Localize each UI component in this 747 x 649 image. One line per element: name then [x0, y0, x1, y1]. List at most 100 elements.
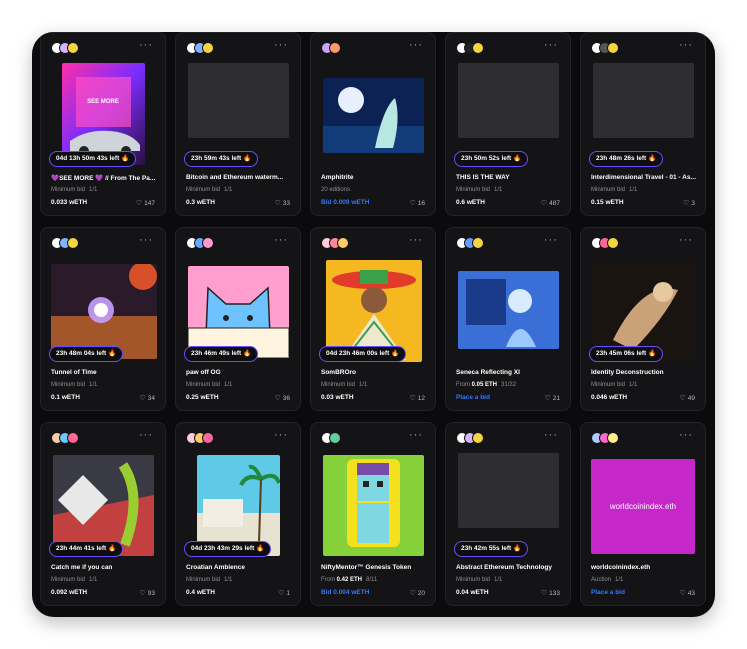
more-options-icon[interactable]: ···: [409, 39, 423, 51]
more-options-icon[interactable]: ···: [139, 429, 153, 441]
like-button[interactable]: ♡ 147: [136, 199, 155, 207]
artwork-title[interactable]: NiftyMentor™ Genesis Token: [321, 564, 431, 571]
artwork-image[interactable]: [323, 78, 424, 153]
creator-avatars[interactable]: [186, 237, 214, 251]
like-button[interactable]: ♡ 133: [541, 589, 560, 597]
creator-avatars[interactable]: [321, 237, 349, 251]
like-button[interactable]: ♡ 16: [409, 199, 425, 207]
artwork-title[interactable]: Bitcoin and Ethereum waterm...: [186, 174, 296, 181]
nft-card[interactable]: ··· 23h 50m 52s left 🔥 THIS IS THE WAY Mini…: [445, 32, 571, 216]
avatar[interactable]: [337, 237, 349, 249]
place-bid-link[interactable]: Bid 0.004 wETH: [321, 589, 369, 596]
creator-avatars[interactable]: [456, 237, 484, 251]
more-options-icon[interactable]: ···: [139, 234, 153, 246]
nft-card[interactable]: ··· 04d 23h 46m 00s left 🔥 SomBROro Minimum…: [310, 227, 436, 411]
heart-icon[interactable]: ♡: [683, 200, 689, 207]
artwork-title[interactable]: Identity Deconstruction: [591, 369, 701, 376]
avatar[interactable]: [67, 432, 79, 444]
avatar[interactable]: [202, 432, 214, 444]
like-button[interactable]: ♡ 43: [679, 589, 695, 597]
more-options-icon[interactable]: ···: [274, 429, 288, 441]
place-bid-link[interactable]: Place a bid: [456, 394, 490, 401]
nft-card[interactable]: ··· 23h 59m 43s left 🔥 Bitcoin and Ethereu…: [175, 32, 301, 216]
creator-avatars[interactable]: [321, 42, 341, 56]
heart-icon[interactable]: ♡: [409, 395, 415, 402]
more-options-icon[interactable]: ···: [274, 39, 288, 51]
nft-card[interactable]: ··· SEE MORE 04d 13h 50m 43s left 🔥 💜SEE …: [40, 32, 166, 216]
artwork-title[interactable]: SomBROro: [321, 369, 431, 376]
avatar[interactable]: [329, 432, 341, 444]
heart-icon[interactable]: ♡: [679, 590, 685, 597]
artwork-title[interactable]: Croatian Ambience: [186, 564, 296, 571]
artwork-image[interactable]: [188, 266, 289, 358]
avatar[interactable]: [607, 42, 619, 54]
creator-avatars[interactable]: [186, 42, 214, 56]
creator-avatars[interactable]: [186, 432, 214, 446]
heart-icon[interactable]: ♡: [541, 590, 547, 597]
heart-icon[interactable]: ♡: [679, 395, 685, 402]
like-button[interactable]: ♡ 33: [274, 199, 290, 207]
more-options-icon[interactable]: ···: [409, 234, 423, 246]
avatar[interactable]: [67, 42, 79, 54]
heart-icon[interactable]: ♡: [409, 590, 415, 597]
artwork-title[interactable]: Seneca Reflecting XI: [456, 369, 566, 376]
artwork-image[interactable]: worldcoinindex.eth: [591, 459, 695, 554]
creator-avatars[interactable]: [456, 432, 484, 446]
avatar[interactable]: [472, 432, 484, 444]
creator-avatars[interactable]: [591, 42, 619, 56]
like-button[interactable]: ♡ 49: [679, 394, 695, 402]
heart-icon[interactable]: ♡: [136, 200, 142, 207]
creator-avatars[interactable]: [51, 432, 79, 446]
nft-card[interactable]: ··· 23h 45m 06s left 🔥 Identity Deconstruc…: [580, 227, 706, 411]
nft-card[interactable]: ··· Seneca Reflecting XI From 0.05 ETH 31/3…: [445, 227, 571, 411]
like-button[interactable]: ♡ 34: [139, 394, 155, 402]
artwork-image[interactable]: [458, 271, 559, 349]
like-button[interactable]: ♡ 20: [409, 589, 425, 597]
heart-icon[interactable]: ♡: [274, 395, 280, 402]
heart-icon[interactable]: ♡: [139, 395, 145, 402]
artwork-title[interactable]: THIS IS THE WAY: [456, 174, 566, 181]
more-options-icon[interactable]: ···: [679, 39, 693, 51]
creator-avatars[interactable]: [51, 42, 79, 56]
nft-card[interactable]: ··· 04d 23h 43m 29s left 🔥 Croatian Ambien…: [175, 422, 301, 606]
avatar[interactable]: [67, 237, 79, 249]
like-button[interactable]: ♡ 93: [139, 589, 155, 597]
nft-card[interactable]: ··· NiftyMentor™ Genesis Token From 0.42 E…: [310, 422, 436, 606]
creator-avatars[interactable]: [591, 237, 619, 251]
more-options-icon[interactable]: ···: [544, 39, 558, 51]
artwork-image[interactable]: [458, 453, 559, 528]
avatar[interactable]: [472, 237, 484, 249]
avatar[interactable]: [202, 42, 214, 54]
creator-avatars[interactable]: [456, 42, 484, 56]
artwork-image[interactable]: [323, 455, 424, 556]
more-options-icon[interactable]: ···: [409, 429, 423, 441]
more-options-icon[interactable]: ···: [679, 429, 693, 441]
avatar[interactable]: [607, 237, 619, 249]
heart-icon[interactable]: ♡: [278, 590, 284, 597]
more-options-icon[interactable]: ···: [679, 234, 693, 246]
artwork-title[interactable]: Tunnel of Time: [51, 369, 161, 376]
more-options-icon[interactable]: ···: [544, 234, 558, 246]
like-button[interactable]: ♡ 3: [683, 199, 695, 207]
heart-icon[interactable]: ♡: [544, 395, 550, 402]
heart-icon[interactable]: ♡: [409, 200, 415, 207]
place-bid-link[interactable]: Bid 0.009 wETH: [321, 199, 369, 206]
creator-avatars[interactable]: [51, 237, 79, 251]
more-options-icon[interactable]: ···: [274, 234, 288, 246]
avatar[interactable]: [202, 237, 214, 249]
avatar[interactable]: [329, 42, 341, 54]
nft-card[interactable]: ··· Amphitrite 20 editions Bid 0.009 wETH ♡ 1…: [310, 32, 436, 216]
artwork-image[interactable]: [458, 63, 559, 138]
artwork-image[interactable]: SEE MORE: [62, 63, 145, 165]
like-button[interactable]: ♡ 21: [544, 394, 560, 402]
heart-icon[interactable]: ♡: [274, 200, 280, 207]
nft-card[interactable]: ··· 23h 44m 41s left 🔥 Catch me if you can…: [40, 422, 166, 606]
artwork-title[interactable]: Amphitrite: [321, 174, 431, 181]
avatar[interactable]: [472, 42, 484, 54]
heart-icon[interactable]: ♡: [541, 200, 547, 207]
avatar[interactable]: [607, 432, 619, 444]
creator-avatars[interactable]: [591, 432, 619, 446]
artwork-title[interactable]: Interdimensional Travel - 01 - As...: [591, 174, 701, 181]
artwork-title[interactable]: paw off OG: [186, 369, 296, 376]
more-options-icon[interactable]: ···: [139, 39, 153, 51]
